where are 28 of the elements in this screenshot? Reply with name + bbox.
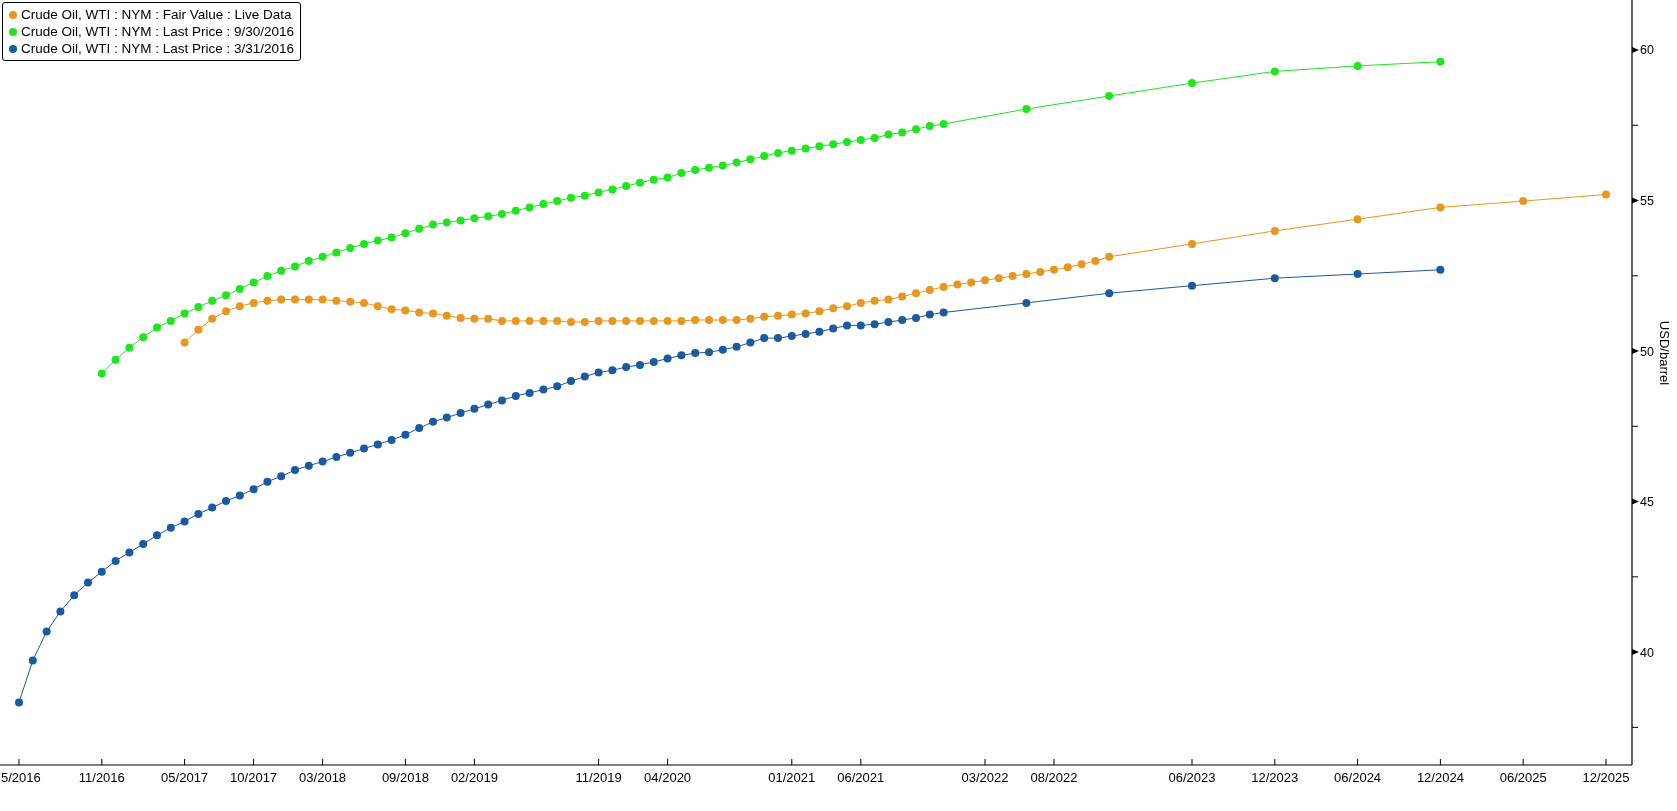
axis-tick-label: 06/2021 (837, 770, 885, 785)
axis-tick-label: 03/2022 (961, 770, 1009, 785)
legend-label: Crude Oil, WTI : NYM : Last Price : 9/30/2016 (21, 23, 295, 40)
axis-tick-label: 05/2017 (161, 770, 209, 785)
axis-tick-label: 40 (1640, 645, 1654, 660)
axis-tick-label: 5/2016 (1, 770, 41, 785)
axis-tick-label: 11/2016 (78, 770, 125, 785)
axis-tick-label: 08/2022 (1030, 770, 1078, 785)
axis-tick-label: 04/2020 (644, 770, 692, 785)
axis-tick-label: 10/2017 (230, 770, 278, 785)
axis-tick-label: 11/2019 (575, 770, 622, 785)
axis-tick-label: 50 (1640, 344, 1654, 359)
axis-tick-label: 12/2023 (1251, 770, 1299, 785)
axis-tick-label: 06/2024 (1334, 770, 1382, 785)
axis-tick-label: 01/2021 (768, 770, 816, 785)
axis-title: USD/barrel (1657, 320, 1672, 386)
axis-tick-label: 03/2018 (299, 770, 347, 785)
axis-tick-label: 12/2025 (1582, 770, 1630, 785)
axis-tick-label: 60 (1640, 43, 1654, 58)
legend-label: Crude Oil, WTI : NYM : Last Price : 3/31/2016 (21, 40, 295, 57)
axis-tick-label: 55 (1640, 194, 1654, 208)
axis-tick-label: 06/2023 (1168, 770, 1216, 785)
axis-tick-label: 02/2019 (450, 770, 498, 785)
axis-tick-label: 06/2025 (1499, 770, 1547, 785)
legend-label: Crude Oil, WTI : NYM : Fair Value : Live Data (21, 6, 292, 23)
axis-tick-label: 12/2024 (1416, 770, 1464, 785)
axis-tick-label: 45 (1640, 495, 1654, 510)
axis-tick-label: 09/2018 (381, 770, 429, 785)
